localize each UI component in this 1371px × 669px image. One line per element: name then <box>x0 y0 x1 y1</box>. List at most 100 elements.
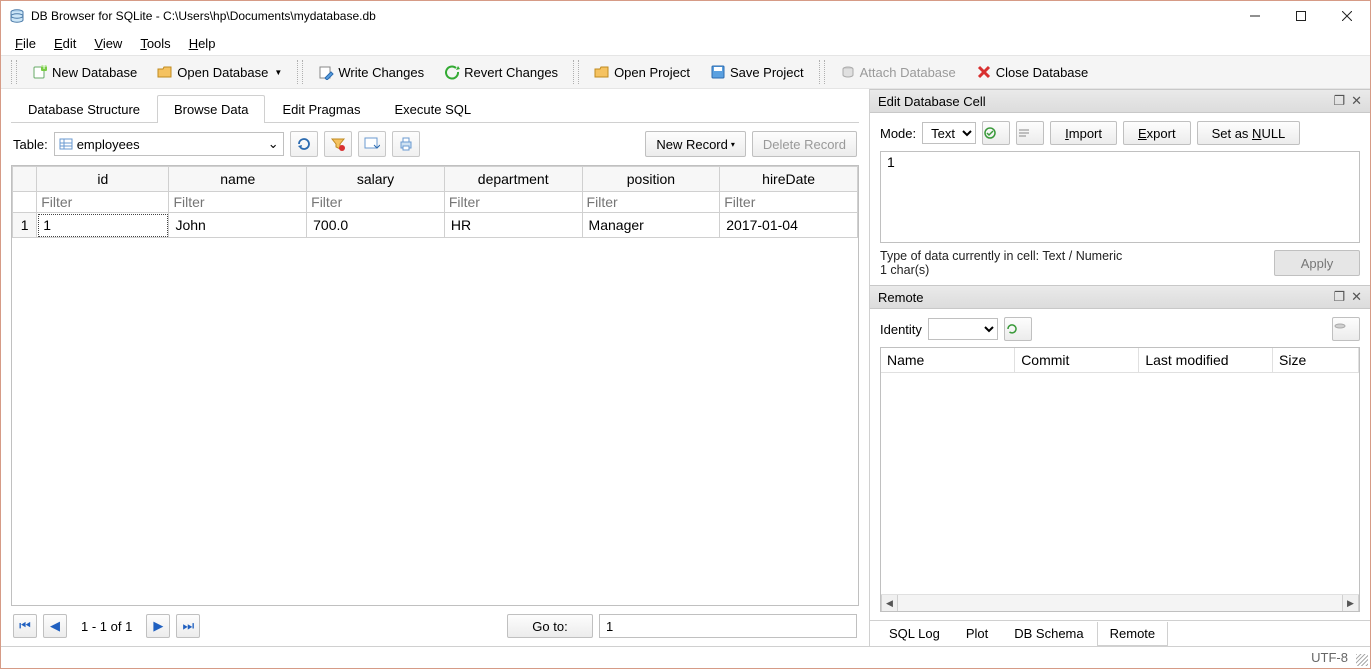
filter-hiredate[interactable] <box>724 194 853 210</box>
menu-view[interactable]: View <box>86 33 130 54</box>
col-header-department[interactable]: department <box>444 167 582 192</box>
filter-id[interactable] <box>41 194 164 210</box>
close-panel-icon[interactable]: ✕ <box>1351 289 1362 305</box>
menu-tools[interactable]: Tools <box>132 33 178 54</box>
remote-header: Remote ❐ ✕ <box>870 285 1370 309</box>
remote-col-size[interactable]: Size <box>1273 348 1359 373</box>
attach-database-button[interactable]: Attach Database <box>831 59 965 85</box>
chevron-down-icon[interactable]: ▼ <box>274 68 282 77</box>
close-database-button[interactable]: Close Database <box>967 59 1098 85</box>
revert-changes-button[interactable]: Revert Changes <box>435 59 567 85</box>
cell-salary[interactable]: 700.0 <box>307 213 445 238</box>
cell-department[interactable]: HR <box>444 213 582 238</box>
remote-col-name[interactable]: Name <box>881 348 1015 373</box>
refresh-button[interactable] <box>290 131 318 157</box>
save-table-button[interactable] <box>358 131 386 157</box>
new-record-button[interactable]: New Record▾ <box>645 131 746 157</box>
remote-table[interactable]: Name Commit Last modified Size ◀ ▶ <box>880 347 1360 612</box>
right-dock: Edit Database Cell ❐✕ Mode: Text Import … <box>869 89 1370 646</box>
toolbar-handle[interactable] <box>819 60 825 84</box>
tab-sql-log[interactable]: SQL Log <box>876 622 953 646</box>
table-selector[interactable]: employees ⌄ <box>54 132 284 156</box>
toolbar-handle[interactable] <box>11 60 17 84</box>
first-record-button[interactable]: ⏮ <box>13 614 37 638</box>
push-db-button[interactable] <box>1332 317 1360 341</box>
text-format-button[interactable] <box>1016 121 1044 145</box>
remote-scrollbar[interactable]: ◀ ▶ <box>881 594 1359 611</box>
filter-position[interactable] <box>587 194 716 210</box>
tab-db-schema[interactable]: DB Schema <box>1001 622 1096 646</box>
close-panel-icon[interactable]: ✕ <box>1351 93 1362 109</box>
menu-file[interactable]: File <box>7 33 44 54</box>
scroll-left-icon[interactable]: ◀ <box>881 595 898 611</box>
encoding-label: UTF-8 <box>1311 650 1348 665</box>
write-changes-button[interactable]: Write Changes <box>309 59 433 85</box>
titlebar: DB Browser for SQLite - C:\Users\hp\Docu… <box>1 1 1370 31</box>
clear-filters-button[interactable] <box>324 131 352 157</box>
new-database-button[interactable]: +New Database <box>23 59 146 85</box>
set-null-button[interactable]: Set as NULL <box>1197 121 1301 145</box>
toolbar-handle[interactable] <box>573 60 579 84</box>
scroll-right-icon[interactable]: ▶ <box>1342 595 1359 611</box>
type-info: Type of data currently in cell: Text / N… <box>880 249 1122 263</box>
filter-name[interactable] <box>173 194 302 210</box>
goto-button[interactable]: Go to: <box>507 614 593 638</box>
main-toolbar: +New Database Open Database▼ Write Chang… <box>1 55 1370 89</box>
resize-grip-icon[interactable] <box>1356 654 1368 666</box>
auto-switch-button[interactable] <box>982 121 1010 145</box>
goto-input[interactable] <box>599 614 857 638</box>
col-header-salary[interactable]: salary <box>307 167 445 192</box>
tab-execute-sql[interactable]: Execute SQL <box>377 95 488 123</box>
menu-help[interactable]: Help <box>181 33 224 54</box>
tab-browse-data[interactable]: Browse Data <box>157 95 265 123</box>
minimize-button[interactable] <box>1232 1 1278 31</box>
col-header-id[interactable]: id <box>37 167 169 192</box>
apply-button[interactable]: Apply <box>1274 250 1360 276</box>
col-header-position[interactable]: position <box>582 167 720 192</box>
col-header-name[interactable]: name <box>169 167 307 192</box>
tab-edit-pragmas[interactable]: Edit Pragmas <box>265 95 377 123</box>
menubar: File Edit View Tools Help <box>1 31 1370 55</box>
cell-value-textarea[interactable]: 1 <box>880 151 1360 243</box>
print-button[interactable] <box>392 131 420 157</box>
data-grid[interactable]: id name salary department position hireD… <box>11 165 859 606</box>
undock-icon[interactable]: ❐ <box>1333 289 1345 305</box>
tab-remote[interactable]: Remote <box>1097 622 1169 646</box>
remote-title: Remote <box>878 290 924 305</box>
tab-plot[interactable]: Plot <box>953 622 1001 646</box>
remote-col-commit[interactable]: Commit <box>1015 348 1139 373</box>
delete-record-button[interactable]: Delete Record <box>752 131 857 157</box>
filter-salary[interactable] <box>311 194 440 210</box>
edit-cell-header: Edit Database Cell ❐ ✕ <box>870 89 1370 113</box>
tab-database-structure[interactable]: Database Structure <box>11 95 157 123</box>
cell-position[interactable]: Manager <box>582 213 720 238</box>
maximize-button[interactable] <box>1278 1 1324 31</box>
import-button[interactable]: Import <box>1050 121 1117 145</box>
toolbar-handle[interactable] <box>297 60 303 84</box>
mode-label: Mode: <box>880 126 916 141</box>
close-button[interactable] <box>1324 1 1370 31</box>
prev-record-button[interactable]: ◀ <box>43 614 67 638</box>
edit-cell-title: Edit Database Cell <box>878 94 986 109</box>
menu-edit[interactable]: Edit <box>46 33 84 54</box>
undock-icon[interactable]: ❐ <box>1333 93 1345 109</box>
table-row[interactable]: 1 1 John 700.0 HR Manager 2017-01-04 <box>13 213 858 238</box>
remote-col-modified[interactable]: Last modified <box>1139 348 1273 373</box>
app-icon <box>9 8 25 24</box>
open-db-icon <box>157 64 173 80</box>
chevron-down-icon: ▾ <box>731 140 735 149</box>
cell-hiredate[interactable]: 2017-01-04 <box>720 213 858 238</box>
cell-name[interactable]: John <box>169 213 307 238</box>
identity-select[interactable] <box>928 318 998 340</box>
last-record-button[interactable]: ⏭ <box>176 614 200 638</box>
identity-refresh-button[interactable] <box>1004 317 1032 341</box>
cell-id[interactable]: 1 <box>37 213 169 238</box>
open-project-button[interactable]: Open Project <box>585 59 699 85</box>
filter-department[interactable] <box>449 194 578 210</box>
mode-select[interactable]: Text <box>922 122 976 144</box>
save-project-button[interactable]: Save Project <box>701 59 813 85</box>
col-header-hiredate[interactable]: hireDate <box>720 167 858 192</box>
next-record-button[interactable]: ▶ <box>146 614 170 638</box>
open-database-button[interactable]: Open Database▼ <box>148 59 291 85</box>
export-button[interactable]: Export <box>1123 121 1191 145</box>
